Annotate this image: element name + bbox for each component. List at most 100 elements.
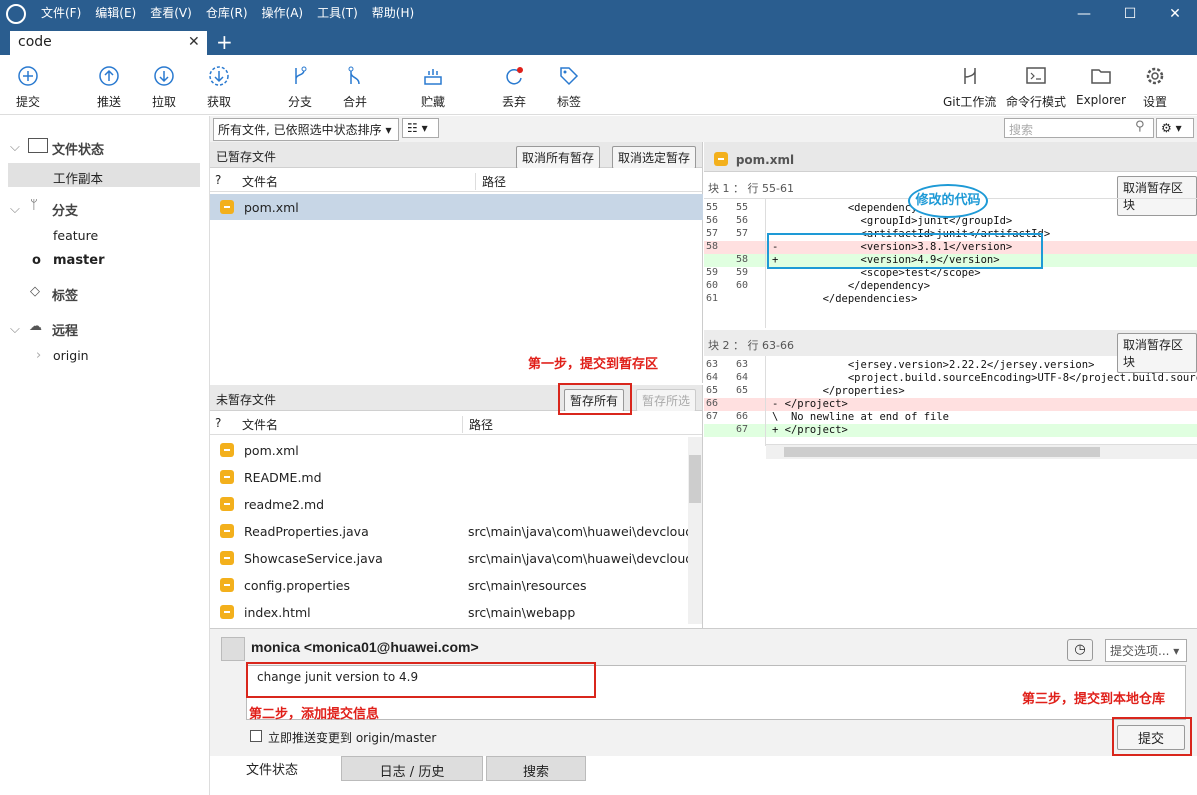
commit-icon [18, 66, 38, 86]
menu-view[interactable]: 查看(V) [143, 0, 199, 24]
view-mode-dropdown[interactable]: ☷ ▾ [402, 118, 439, 138]
diff-line[interactable]: 60 60 </dependency> [704, 280, 1197, 293]
stash-button[interactable]: 贮藏 [421, 65, 445, 110]
menu-file[interactable]: 文件(F) [34, 0, 88, 24]
push-button[interactable]: 推送 [97, 65, 121, 110]
fetch-icon [209, 66, 229, 86]
branch-button[interactable]: 分支 [288, 65, 312, 110]
tab-file-status[interactable]: 文件状态 [246, 759, 298, 778]
tag-button[interactable]: 标签 [557, 65, 581, 110]
commit-options-dropdown[interactable]: 提交选项... ▾ [1105, 639, 1187, 662]
diff-line[interactable]: 67 66 \ No newline at end of file [704, 411, 1197, 424]
diff-line[interactable]: 66 - </project> [704, 398, 1197, 411]
scrollbar-thumb[interactable] [784, 447, 1100, 457]
unstage-all-button[interactable]: 取消所有暂存 [516, 146, 601, 169]
chevron-right-icon[interactable]: › [36, 348, 41, 363]
terminal-button[interactable]: 命令行模式 [1006, 65, 1066, 110]
file-name: README.md [244, 470, 322, 485]
tab-log-history[interactable]: 日志 / 历史 [341, 756, 483, 781]
file-name: index.html [244, 605, 311, 620]
sidebar-branch-master[interactable]: master [53, 253, 105, 268]
menu-action[interactable]: 操作(A) [255, 0, 311, 24]
maximize-button[interactable]: ☐ [1110, 2, 1150, 26]
sidebar-remote-origin[interactable]: origin [53, 348, 89, 363]
diff-line[interactable]: 63 63 <jersey.version>2.22.2</jersey.vers… [704, 359, 1197, 372]
sidebar-branch-feature[interactable]: feature [53, 228, 98, 243]
menu-edit[interactable]: 编辑(E) [88, 0, 143, 24]
stage-selected-button[interactable]: 暂存所选 [636, 389, 697, 412]
push-checkbox-label[interactable]: 立即推送变更到 origin/master [268, 729, 436, 746]
merge-label: 合并 [343, 95, 368, 109]
unstaged-title: 未暂存文件 [216, 393, 277, 407]
chevron-down-icon[interactable]: ⌵ [10, 322, 20, 337]
history-clock-icon[interactable]: ◷ [1067, 639, 1093, 661]
col-status: ? [215, 173, 222, 187]
search-input[interactable]: 搜索 [1004, 118, 1154, 138]
old-line-number: 56 [706, 215, 719, 226]
menu-tools[interactable]: 工具(T) [310, 0, 365, 24]
unstaged-file-row[interactable]: index.html src\main\webapp [210, 599, 686, 625]
col-path[interactable]: 路径 [475, 173, 506, 190]
pull-button[interactable]: 拉取 [152, 65, 176, 110]
new-tab-button[interactable]: + [216, 30, 233, 54]
menu-repo[interactable]: 仓库(R) [199, 0, 255, 24]
scrollbar[interactable] [688, 437, 702, 624]
tab-search[interactable]: 搜索 [486, 756, 586, 781]
gitflow-label: Git工作流 [943, 95, 997, 109]
sort-dropdown[interactable]: 所有文件, 已依照选中状态排序 ▾ [213, 118, 399, 141]
col-filename[interactable]: 文件名 [242, 416, 278, 433]
chevron-down-icon[interactable]: ⌵ [10, 140, 20, 155]
col-path[interactable]: 路径 [462, 416, 493, 433]
col-filename[interactable]: 文件名 [242, 173, 278, 190]
settings-button[interactable]: 设置 [1143, 65, 1167, 110]
code-text: <groupId>junit</groupId> [772, 215, 1013, 227]
tag-icon: ◇ [30, 284, 40, 299]
diff-line[interactable]: 67 + </project> [704, 424, 1197, 437]
minimize-button[interactable]: — [1064, 2, 1104, 26]
unstaged-file-row[interactable]: readme2.md [210, 491, 686, 517]
diff-line[interactable]: 64 64 <project.build.sourceEncoding>UTF-8… [704, 372, 1197, 385]
unstaged-file-row[interactable]: pom.xml [210, 437, 686, 463]
unstaged-file-row[interactable]: README.md [210, 464, 686, 490]
pull-label: 拉取 [152, 95, 177, 109]
sidebar-remotes[interactable]: 远程 [52, 320, 78, 339]
sidebar-branches[interactable]: 分支 [52, 200, 78, 219]
tab-close-icon[interactable]: ✕ [188, 34, 200, 50]
horizontal-scrollbar[interactable] [766, 444, 1197, 459]
file-name: pom.xml [244, 200, 299, 215]
toolbar: 提交 推送 拉取 获取 分支 合并 贮藏 丢弃 标签 Git工作流 命令行模式 … [0, 55, 1197, 115]
scrollbar-thumb[interactable] [689, 455, 701, 503]
push-checkbox[interactable] [250, 730, 262, 742]
diff-line[interactable]: 65 65 </properties> [704, 385, 1197, 398]
staged-title: 已暂存文件 [216, 150, 277, 164]
repo-tab[interactable]: code [10, 31, 207, 55]
unstage-selected-button[interactable]: 取消选定暂存 [612, 146, 697, 169]
unstaged-file-row[interactable]: ShowcaseService.java src\main\java\com\hu… [210, 545, 693, 571]
commit-button[interactable]: 提交 [16, 65, 40, 110]
sidebar-file-status[interactable]: 文件状态 [52, 139, 104, 158]
hunk2-code: 63 63 <jersey.version>2.22.2</jersey.vers… [704, 356, 1197, 446]
new-line-number: 63 [736, 359, 749, 370]
sidebar-tags[interactable]: 标签 [52, 285, 78, 304]
chevron-down-icon[interactable]: ⌵ [10, 202, 20, 217]
staged-file-row[interactable]: pom.xml [210, 194, 703, 220]
unstaged-file-row[interactable]: config.properties src\main\resources [210, 572, 686, 598]
explorer-button[interactable]: Explorer [1076, 65, 1126, 107]
discard-label: 丢弃 [502, 95, 527, 109]
close-window-button[interactable]: ✕ [1155, 2, 1195, 26]
diff-line[interactable]: 61 </dependencies> [704, 293, 1197, 306]
new-line-number: 57 [736, 228, 749, 239]
sidebar-working-copy[interactable]: 工作副本 [53, 168, 103, 187]
menu-bar: 文件(F) 编辑(E) 查看(V) 仓库(R) 操作(A) 工具(T) 帮助(H… [34, 0, 421, 24]
push-icon [99, 66, 119, 86]
fetch-button[interactable]: 获取 [207, 65, 231, 110]
terminal-label: 命令行模式 [1006, 95, 1067, 109]
old-line-number: 61 [706, 293, 719, 304]
unstaged-file-row[interactable]: ReadProperties.java src\main\java\com\hua… [210, 518, 693, 544]
merge-button[interactable]: 合并 [343, 65, 367, 110]
new-line-number: 58 [736, 254, 749, 265]
gitflow-button[interactable]: Git工作流 [943, 65, 996, 110]
settings-dropdown[interactable]: ⚙ ▾ [1156, 118, 1194, 138]
discard-button[interactable]: 丢弃 [502, 65, 526, 110]
menu-help[interactable]: 帮助(H) [365, 0, 421, 24]
